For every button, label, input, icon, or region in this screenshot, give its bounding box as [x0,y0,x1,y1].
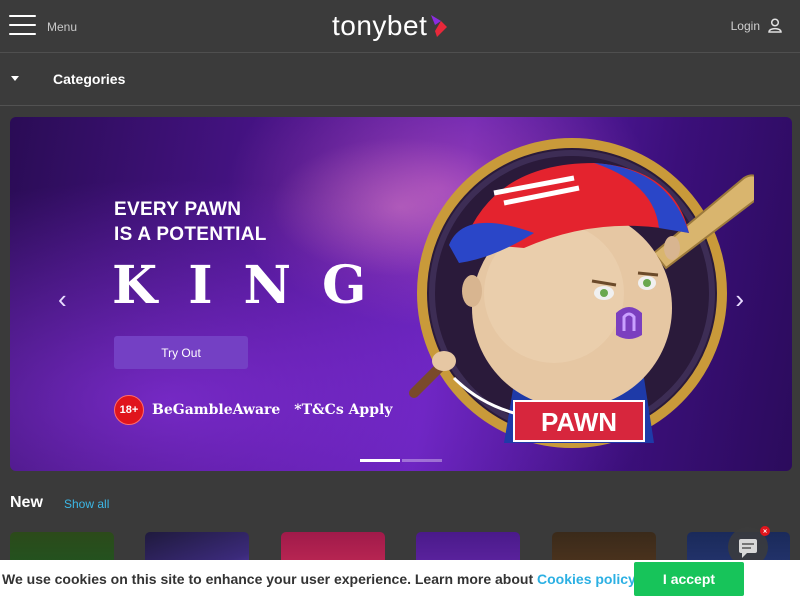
section-title-new: New [10,494,43,511]
accept-cookies-button[interactable]: I accept [634,562,744,596]
cookies-policy-link[interactable]: Cookies policy. [537,571,639,587]
login-label: Login [730,18,760,33]
headline-line-2: IS A POTENTIAL [114,224,267,245]
header: Menu tonybet Login [0,0,800,53]
try-out-button[interactable]: Try Out [114,336,248,369]
login-button[interactable]: Login [731,18,782,33]
cookie-banner: We use cookies on this site to enhance y… [0,560,800,600]
cookie-text: We use cookies on this site to enhance y… [2,571,538,587]
categories-label: Categories [53,71,126,87]
caret-down-icon [11,76,19,81]
hamburger-icon[interactable] [9,15,36,37]
responsible-gaming-row: 18+ BeGambleAware *T&Cs Apply [114,395,392,425]
banner-king-text: KING [112,255,398,316]
svg-text:×: × [763,529,767,536]
logo-mark-icon [431,15,448,37]
headline-line-1: EVERY PAWN [114,199,242,220]
carousel-dot-2[interactable] [402,459,442,462]
menu-label[interactable]: Menu [47,20,77,34]
cookie-message: We use cookies on this site to enhance y… [2,571,639,587]
categories-dropdown[interactable]: Categories [0,53,800,106]
pawn-character-illustration: PAWN [409,138,754,448]
terms-text[interactable]: *T&Cs Apply [294,402,392,418]
logo-text: tonybet [332,10,428,41]
logo[interactable]: tonybet [332,8,449,44]
user-icon [768,18,782,33]
pawn-chest-label: PAWN [541,407,617,437]
carousel-dot-1[interactable] [360,459,400,462]
chevron-left-icon[interactable]: ‹ [58,284,67,315]
age-18-badge: 18+ [114,395,144,425]
begambleaware-logo[interactable]: BeGambleAware [152,402,280,418]
carousel-indicators [360,459,442,462]
promo-banner[interactable]: ‹ › EVERY PAWN IS A POTENTIAL KING Try O… [10,117,792,471]
show-all-link[interactable]: Show all [64,497,109,511]
banner-headline: EVERY PAWN IS A POTENTIAL [114,197,267,247]
